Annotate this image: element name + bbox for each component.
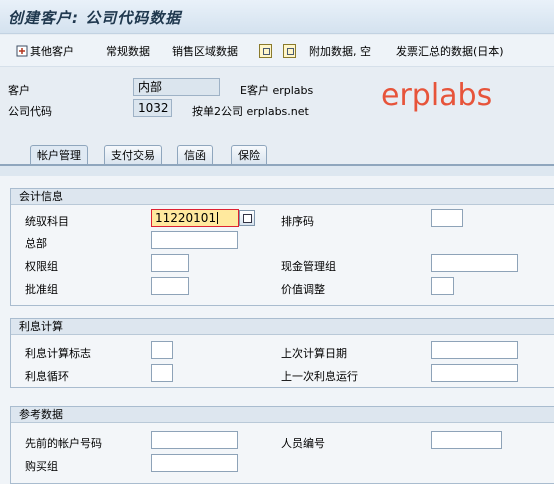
tab-correspondence[interactable]: 信函 — [177, 145, 213, 165]
customer-label: 客户 — [8, 84, 30, 97]
interest-group-title: 利息计算 — [11, 319, 554, 335]
release-group-input[interactable] — [151, 277, 189, 295]
application-toolbar: 其他客户 常规数据 销售区域数据 附加数据, 空 发票汇总的数据(日本) — [0, 35, 554, 67]
other-customer-label: 其他客户 — [30, 45, 74, 58]
additional-data-button[interactable]: 附加数据, 空 — [309, 43, 371, 60]
text-cursor — [217, 212, 219, 224]
accounting-group-title: 会计信息 — [11, 189, 554, 205]
head-office-label: 总部 — [25, 237, 47, 250]
other-customer-icon — [16, 45, 28, 57]
content-area: 会计信息 统驭科目 11220101 排序码 总部 权限组 现金管理组 批准组 … — [0, 176, 554, 484]
interest-group: 利息计算 利息计算标志 上次计算日期 利息循环 上一次利息运行 — [10, 318, 554, 388]
head-office-input[interactable] — [151, 231, 238, 249]
last-calc-date-label: 上次计算日期 — [281, 347, 347, 360]
next-screen-icon[interactable] — [283, 44, 296, 58]
last-run-input[interactable] — [431, 364, 518, 382]
last-calc-date-input[interactable] — [431, 341, 518, 359]
personnel-no-label: 人员编号 — [281, 437, 325, 450]
interest-indicator-label: 利息计算标志 — [25, 347, 91, 360]
interest-indicator-input[interactable] — [151, 341, 173, 359]
auth-group-input[interactable] — [151, 254, 189, 272]
release-group-label: 批准组 — [25, 283, 58, 296]
previous-screen-icon[interactable] — [259, 44, 272, 58]
tab-account-management[interactable]: 帐户管理 — [30, 145, 88, 166]
company-code-label: 公司代码 — [8, 105, 52, 118]
buying-group-label: 购买组 — [25, 460, 58, 473]
customer-description: E客户 erplabs — [240, 84, 314, 97]
tab-payment-transactions[interactable]: 支付交易 — [104, 145, 162, 165]
watermark: erplabs — [381, 78, 493, 113]
title-bar: 创建客户: 公司代码数据 — [0, 0, 554, 34]
customer-field[interactable]: 内部 — [133, 78, 220, 96]
tab-underline — [0, 164, 554, 166]
general-data-button[interactable]: 常规数据 — [106, 43, 150, 60]
buying-group-input[interactable] — [151, 454, 238, 472]
recon-account-input[interactable]: 11220101 — [151, 209, 239, 227]
tab-insurance[interactable]: 保险 — [231, 145, 267, 165]
prev-account-label: 先前的帐户号码 — [25, 437, 102, 450]
other-customer-button[interactable]: 其他客户 — [16, 43, 74, 60]
recon-account-label: 统驭科目 — [25, 215, 69, 228]
reference-group: 参考数据 先前的帐户号码 人员编号 购买组 — [10, 406, 554, 484]
auth-group-label: 权限组 — [25, 260, 58, 273]
page-title: 创建客户: 公司代码数据 — [8, 9, 182, 27]
company-code-field[interactable]: 1032 — [133, 99, 172, 117]
last-run-label: 上一次利息运行 — [281, 370, 358, 383]
interest-cycle-input[interactable] — [151, 364, 173, 382]
sales-area-data-button[interactable]: 销售区域数据 — [172, 43, 238, 60]
value-help-icon[interactable] — [239, 210, 255, 226]
cash-mgmt-group-label: 现金管理组 — [281, 260, 336, 273]
value-adjust-label: 价值调整 — [281, 283, 325, 296]
invoice-summary-button[interactable]: 发票汇总的数据(日本) — [396, 43, 504, 60]
reference-group-title: 参考数据 — [11, 407, 554, 423]
recon-account-value: 11220101 — [155, 211, 217, 225]
interest-cycle-label: 利息循环 — [25, 370, 69, 383]
cash-mgmt-group-input[interactable] — [431, 254, 518, 272]
prev-account-input[interactable] — [151, 431, 238, 449]
company-description: 按单2公司 erplabs.net — [192, 105, 309, 118]
personnel-no-input[interactable] — [431, 431, 502, 449]
sort-key-input[interactable] — [431, 209, 463, 227]
value-adjust-input[interactable] — [431, 277, 454, 295]
accounting-group: 会计信息 统驭科目 11220101 排序码 总部 权限组 现金管理组 批准组 … — [10, 188, 554, 306]
sort-key-label: 排序码 — [281, 215, 314, 228]
